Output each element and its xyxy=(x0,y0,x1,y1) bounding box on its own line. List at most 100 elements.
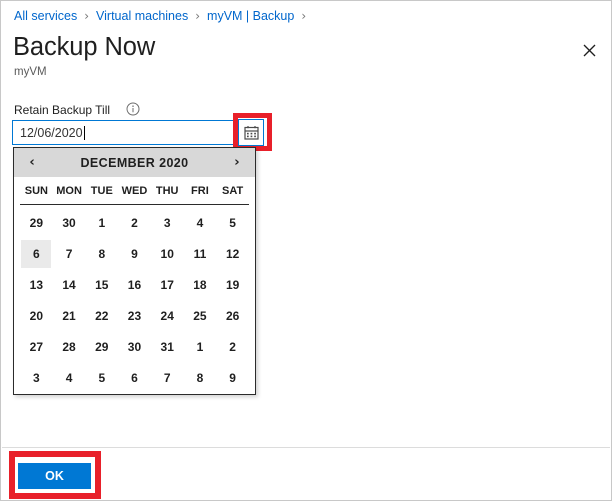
calendar-day-cell[interactable]: 13 xyxy=(20,269,53,300)
calendar-day-cell[interactable]: 8 xyxy=(85,238,118,269)
calendar-header: ‹ DECEMBER 2020 › xyxy=(14,148,255,177)
calendar-day-cell[interactable]: 7 xyxy=(53,238,86,269)
calendar-day-label: 21 xyxy=(62,308,76,323)
calendar-day-header: THU xyxy=(155,184,179,197)
calendar-day-cell[interactable]: 5 xyxy=(216,207,249,238)
calendar-picker-button[interactable] xyxy=(238,119,264,146)
calendar-day-label: 2 xyxy=(131,215,138,230)
calendar-day-cell[interactable]: 3 xyxy=(20,362,53,393)
calendar-day-cell[interactable]: 8 xyxy=(184,362,217,393)
calendar-day-cell[interactable]: 23 xyxy=(118,300,151,331)
calendar-day-cell[interactable]: 11 xyxy=(184,238,217,269)
breadcrumb: All services › Virtual machines › myVM |… xyxy=(14,8,313,24)
calendar-day-cell[interactable]: 31 xyxy=(151,331,184,362)
calendar-day-cell[interactable]: 16 xyxy=(118,269,151,300)
info-icon[interactable] xyxy=(126,102,140,116)
calendar-day-label: 5 xyxy=(98,370,106,385)
calendar-day-label: 28 xyxy=(62,339,76,354)
calendar-day-cell[interactable]: 25 xyxy=(184,300,217,331)
calendar-day-cell[interactable]: 29 xyxy=(85,331,118,362)
calendar-day-label: 4 xyxy=(65,370,73,385)
calendar-day-cell[interactable]: 1 xyxy=(85,207,118,238)
calendar-day-label: 9 xyxy=(229,370,236,385)
calendar-day-label: 29 xyxy=(29,215,44,230)
breadcrumb-item-myvm-backup[interactable]: myVM | Backup xyxy=(207,8,294,24)
calendar-day-cell[interactable]: 2 xyxy=(118,207,151,238)
calendar-day-headers: SUN MON TUE WED THU FRI SAT xyxy=(20,177,249,205)
calendar-day-cell-selected[interactable]: 6 xyxy=(20,238,53,269)
calendar-day-cell[interactable]: 30 xyxy=(118,331,151,362)
calendar-day-header: WED xyxy=(121,184,148,197)
close-button[interactable] xyxy=(576,37,602,63)
calendar-day-cell[interactable]: 21 xyxy=(53,300,86,331)
calendar-day-cell[interactable]: 20 xyxy=(20,300,53,331)
calendar-day-label: 15 xyxy=(95,277,109,292)
calendar-day-cell[interactable]: 12 xyxy=(216,238,249,269)
calendar-day-label: 9 xyxy=(131,246,138,261)
calendar-day-label: 31 xyxy=(160,339,174,354)
calendar-day-cell[interactable]: 9 xyxy=(118,238,151,269)
calendar-day-cell[interactable]: 10 xyxy=(151,238,184,269)
calendar-day-label: 8 xyxy=(196,370,204,385)
calendar-day-cell[interactable]: 28 xyxy=(53,331,86,362)
page-subtitle: myVM xyxy=(14,66,47,78)
calendar-icon xyxy=(243,125,259,140)
calendar-day-cell[interactable]: 30 xyxy=(53,207,86,238)
retain-backup-till-input[interactable]: 12/06/2020 xyxy=(12,120,244,145)
calendar-day-cell[interactable]: 4 xyxy=(53,362,86,393)
calendar-month-year-label: DECEMBER 2020 xyxy=(80,155,189,170)
calendar-day-cell[interactable]: 15 xyxy=(85,269,118,300)
calendar-day-cell[interactable]: 17 xyxy=(151,269,184,300)
calendar-day-label: 16 xyxy=(127,277,142,292)
calendar-day-header: FRI xyxy=(191,184,209,197)
calendar-day-grid: 29 30 1 2 3 4 5 6 7 8 9 10 11 12 13 14 1… xyxy=(20,207,249,393)
calendar-day-header: TUE xyxy=(90,184,113,197)
calendar-day-label: 12 xyxy=(225,246,240,261)
calendar-day-label: 6 xyxy=(131,370,138,385)
calendar-day-label: 26 xyxy=(225,308,240,323)
calendar-day-cell[interactable]: 14 xyxy=(53,269,86,300)
calendar-day-label: 4 xyxy=(196,215,204,230)
calendar-day-cell[interactable]: 26 xyxy=(216,300,249,331)
calendar-day-cell[interactable]: 19 xyxy=(216,269,249,300)
calendar-day-cell[interactable]: 2 xyxy=(216,331,249,362)
calendar-day-header: SAT xyxy=(222,184,244,197)
calendar-day-label: 3 xyxy=(33,370,40,385)
calendar-next-month-button[interactable]: › xyxy=(229,155,245,170)
calendar-day-cell[interactable]: 27 xyxy=(20,331,53,362)
calendar-day-label: 25 xyxy=(193,308,207,323)
page-title: Backup Now xyxy=(13,33,156,61)
calendar-day-label: 7 xyxy=(163,370,171,385)
calendar-day-label: 1 xyxy=(196,339,204,354)
calendar-day-label: 18 xyxy=(193,277,207,292)
calendar-day-label: 27 xyxy=(29,339,44,354)
calendar-day-cell[interactable]: 9 xyxy=(216,362,249,393)
ok-button[interactable]: OK xyxy=(18,463,91,489)
calendar-day-cell[interactable]: 29 xyxy=(20,207,53,238)
calendar-day-label: 14 xyxy=(62,277,76,292)
calendar-day-cell[interactable]: 22 xyxy=(85,300,118,331)
calendar-day-cell[interactable]: 5 xyxy=(85,362,118,393)
calendar-day-cell[interactable]: 3 xyxy=(151,207,184,238)
retain-backup-till-label: Retain Backup Till xyxy=(14,103,111,117)
close-icon xyxy=(583,44,596,57)
calendar-day-label: 5 xyxy=(229,215,236,230)
calendar-day-cell[interactable]: 6 xyxy=(118,362,151,393)
calendar-day-label: 6 xyxy=(21,239,52,268)
calendar-prev-month-button[interactable]: ‹ xyxy=(24,155,40,170)
footer-divider xyxy=(2,447,610,448)
calendar-day-cell[interactable]: 7 xyxy=(151,362,184,393)
calendar-day-cell[interactable]: 1 xyxy=(184,331,217,362)
calendar-day-label: 20 xyxy=(29,308,44,323)
breadcrumb-item-virtual-machines[interactable]: Virtual machines xyxy=(96,8,188,24)
breadcrumb-item-all-services[interactable]: All services xyxy=(14,8,77,24)
calendar-day-label: 19 xyxy=(225,277,240,292)
calendar-day-cell[interactable]: 4 xyxy=(184,207,217,238)
calendar-day-cell[interactable]: 18 xyxy=(184,269,217,300)
date-input-value: 12/06/2020 xyxy=(20,125,83,140)
calendar-day-label: 23 xyxy=(127,308,142,323)
breadcrumb-separator-icon: › xyxy=(84,9,90,23)
calendar-day-label: 30 xyxy=(127,339,142,354)
calendar-day-cell[interactable]: 24 xyxy=(151,300,184,331)
calendar-day-header: SUN xyxy=(24,184,48,197)
